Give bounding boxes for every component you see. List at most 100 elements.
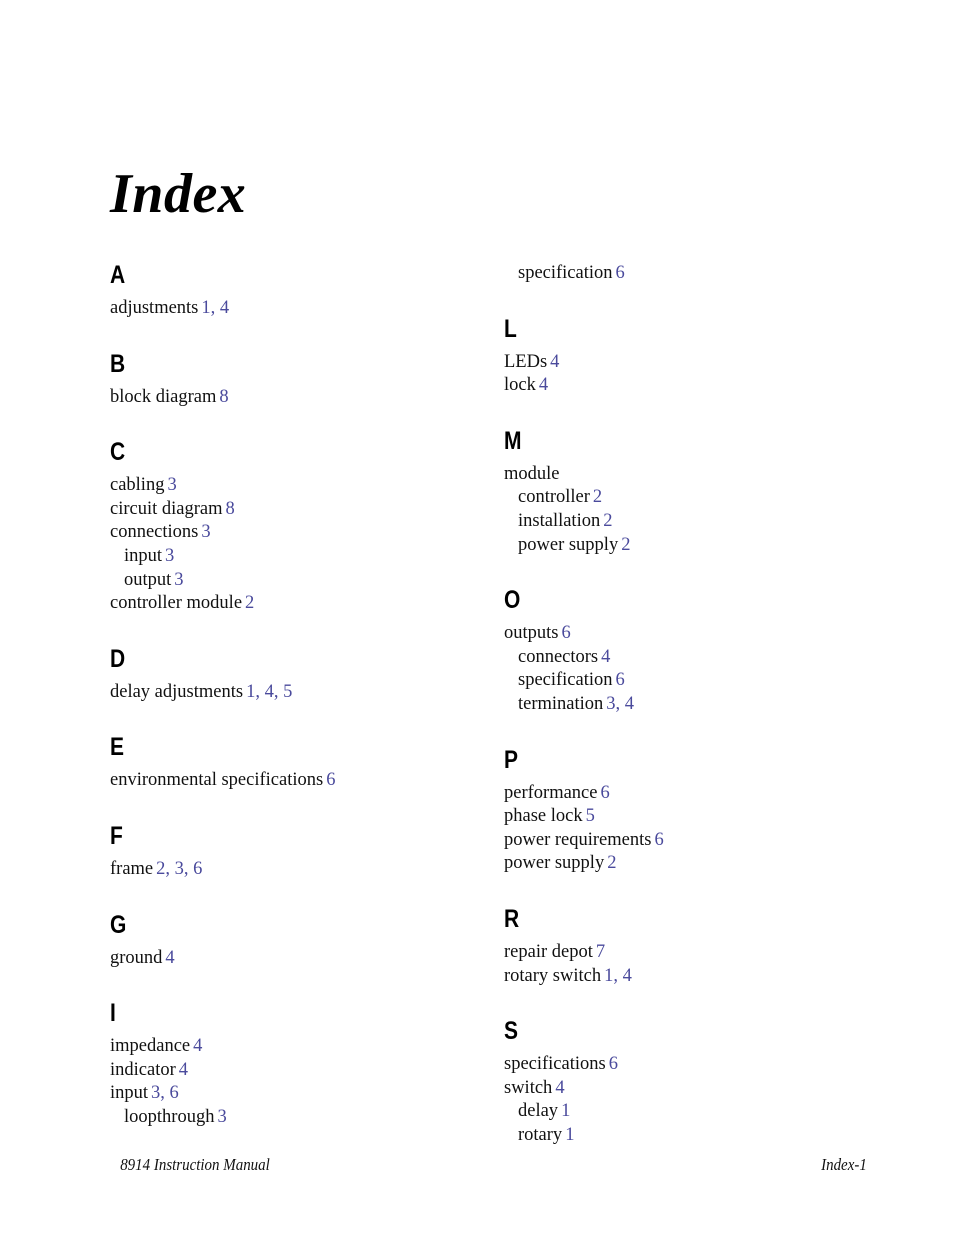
index-entry[interactable]: delay adjustments 1, 4, 5 [110,681,455,705]
index-entry-pages[interactable]: 2 [245,593,254,613]
index-subentry[interactable]: specification 6 [504,669,849,693]
index-entry-term: controller [518,487,590,508]
index-entry[interactable]: ground 4 [110,947,455,971]
index-entry[interactable]: module [504,463,849,487]
index-subentry[interactable]: specification 6 [504,262,849,286]
index-subentry[interactable]: power supply 2 [504,534,849,558]
letter-heading-a: A [110,261,125,289]
index-entry-term: termination [518,693,604,714]
index-entry-pages[interactable]: 1, 4, 5 [246,682,292,702]
index-entry-term: phase lock [504,806,583,827]
index-entry-pages[interactable]: 6 [326,770,335,790]
index-entry[interactable]: circuit diagram 8 [110,498,455,522]
index-entry-term: delay [518,1101,559,1122]
index-entry-pages[interactable]: 6 [616,670,625,690]
index-entry-term: switch [504,1077,553,1098]
index-entry[interactable]: phase lock 5 [504,805,849,829]
index-entry[interactable]: lock 4 [504,374,849,398]
index-entry[interactable]: indicator 4 [110,1059,455,1083]
letter-group: Ooutputs 6 connectors 4 specification 6 termin… [504,587,849,716]
index-entry[interactable]: power requirements 6 [504,829,849,853]
index-entry[interactable]: specifications 6 [504,1053,849,1077]
index-entry-pages[interactable]: 6 [654,830,663,850]
index-entry-term: specification [518,263,613,283]
index-entry-pages[interactable]: 1, 4 [604,966,632,986]
index-entry[interactable]: adjustments 1, 4 [110,297,455,321]
index-entry-term: output [124,569,172,590]
index-entry-pages[interactable]: 1 [561,1101,570,1121]
index-entry[interactable]: connections 3 [110,521,455,545]
index-entry-pages[interactable]: 4 [193,1036,202,1056]
index-entry-pages[interactable]: 6 [600,783,609,803]
index-entry-pages[interactable]: 4 [601,647,610,667]
index-column-right: specification 6 L LEDs 4 lock 4 Mmodule controll… [504,262,849,1147]
index-entry-pages[interactable]: 1, 4 [201,298,229,318]
index-entry-pages[interactable]: 2 [621,535,630,555]
index-entry[interactable]: environmental specifications 6 [110,769,455,793]
index-entry[interactable]: block diagram 8 [110,386,455,410]
index-entry-pages[interactable]: 3, 6 [151,1083,179,1103]
letter-group: Eenvironmental specifications 6 [110,734,455,793]
index-entry[interactable]: repair depot 7 [504,941,849,965]
index-entry[interactable]: outputs 6 [504,622,849,646]
index-entry[interactable]: impedance 4 [110,1035,455,1059]
index-entry[interactable]: LEDs 4 [504,351,849,375]
index-entry-pages[interactable]: 3 [165,546,174,566]
index-entry-pages[interactable]: 3, 4 [606,694,634,714]
letter-group: Aadjustments 1, 4 [110,262,455,321]
index-entry-term: connectors [518,646,599,667]
index-entry-pages[interactable]: 3 [217,1107,226,1127]
index-subentry[interactable]: installation 2 [504,510,849,534]
letter-group: Iimpedance 4 indicator 4 input 3, 6 loopthroug… [110,1000,455,1129]
letter-heading-r: R [504,904,519,933]
index-entry-pages[interactable]: 4 [550,352,559,372]
index-entry[interactable]: power supply 2 [504,852,849,876]
index-entry-pages[interactable]: 6 [561,623,570,643]
index-entry-pages[interactable]: 6 [616,263,625,283]
index-subentry[interactable]: output 3 [110,569,455,593]
index-entry-pages[interactable]: 4 [165,948,174,968]
index-entry[interactable]: switch 4 [504,1077,849,1101]
index-entry-pages[interactable]: 4 [555,1078,564,1098]
index-entry-term: installation [518,510,601,531]
index-entry-pages[interactable]: 4 [179,1060,188,1080]
index-subentry[interactable]: rotary 1 [504,1124,849,1148]
index-entry-pages[interactable]: 4 [539,375,548,395]
index-entry-term: frame [110,858,154,879]
index-entry[interactable]: input 3, 6 [110,1082,455,1106]
index-entry-pages[interactable]: 3 [167,475,176,495]
index-entry-pages[interactable]: 7 [596,942,605,962]
index-entry-term: specification [518,670,613,691]
index-entry-pages[interactable]: 3 [174,570,183,590]
index-entry[interactable]: frame 2, 3, 6 [110,858,455,882]
index-column-left: Aadjustments 1, 4 Bblock diagram 8 Ccabling 3… [110,262,455,1130]
index-entry-term: impedance [110,1036,191,1057]
index-entry[interactable]: rotary switch 1, 4 [504,965,849,989]
index-entry[interactable]: controller module 2 [110,592,455,616]
footer-manual-title: 8914 Instruction Manual [120,1155,270,1174]
index-entry-pages[interactable]: 8 [226,499,235,519]
index-entry[interactable]: performance 6 [504,782,849,806]
index-entry-pages[interactable]: 2 [603,511,612,531]
index-subentry[interactable]: input 3 [110,545,455,569]
index-entry-pages[interactable]: 8 [219,387,228,407]
index-entry-pages[interactable]: 2 [593,487,602,507]
index-entry[interactable]: cabling 3 [110,474,455,498]
letter-group: L LEDs 4 lock 4 [504,316,849,398]
index-entry-pages[interactable]: 1 [565,1125,574,1145]
index-page: Index Aadjustments 1, 4 Bblock diagram 8 Cca… [0,0,954,1235]
index-entry-pages[interactable]: 2, 3, 6 [156,859,202,879]
letter-group: Fframe 2, 3, 6 [110,823,455,882]
index-subentry[interactable]: delay 1 [504,1100,849,1124]
letter-heading-c: C [110,438,125,467]
index-entry-pages[interactable]: 2 [607,853,616,873]
letter-heading-l: L [504,314,517,343]
index-entry-pages[interactable]: 5 [586,806,595,826]
index-entry-pages[interactable]: 3 [201,522,210,542]
index-entry-pages[interactable]: 6 [609,1054,618,1074]
index-subentry[interactable]: connectors 4 [504,646,849,670]
index-subentry[interactable]: termination 3, 4 [504,693,849,717]
letter-heading-m: M [504,426,522,455]
index-subentry[interactable]: controller 2 [504,486,849,510]
index-subentry[interactable]: loopthrough 3 [110,1106,455,1130]
